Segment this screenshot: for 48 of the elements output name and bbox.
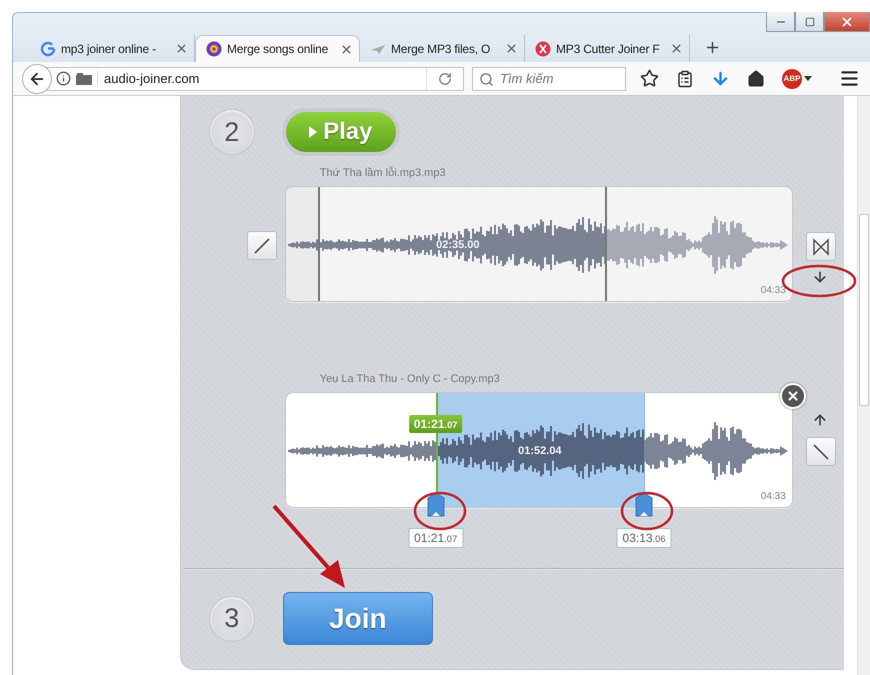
- slash-icon: [252, 236, 271, 254]
- info-icon[interactable]: [56, 71, 71, 86]
- bookmark-star-icon[interactable]: [640, 69, 659, 88]
- menu-icon[interactable]: [839, 68, 860, 89]
- bowtie-icon: [812, 238, 830, 256]
- tab-favicon-icon: [535, 40, 551, 56]
- search-icon: [479, 72, 494, 86]
- annotation-circle: [414, 492, 466, 530]
- step-number: 2: [208, 109, 255, 155]
- maximize-icon: [804, 16, 814, 26]
- track-filename: Thứ Tha lầm lỗi.mp3.mp3: [320, 167, 447, 179]
- home-icon[interactable]: [747, 70, 765, 88]
- region-marker[interactable]: [604, 187, 607, 301]
- browser-tab[interactable]: Merge songs online: [195, 35, 360, 62]
- track-filename: Yeu La Tha Thu - Only C - Copy.mp3: [320, 373, 501, 385]
- maximize-button[interactable]: [795, 12, 824, 32]
- step-number: 3: [208, 596, 255, 642]
- duration-label: 01:52.04: [518, 445, 562, 457]
- download-icon[interactable]: [711, 69, 730, 88]
- backslash-icon: [812, 442, 830, 460]
- url-text: audio-joiner.com: [97, 71, 421, 86]
- bowtie-button[interactable]: [806, 232, 836, 261]
- edit-button[interactable]: [806, 437, 836, 466]
- scrollbar[interactable]: [857, 96, 870, 675]
- playhead-time-tooltip: 01:21.07: [408, 415, 462, 433]
- annotation-circle: [620, 492, 674, 530]
- reading-list-icon[interactable]: [676, 70, 694, 88]
- close-icon[interactable]: [340, 42, 353, 56]
- close-icon: [786, 389, 800, 403]
- close-icon: [840, 14, 854, 28]
- edit-button[interactable]: [246, 231, 277, 260]
- new-tab-icon[interactable]: [704, 39, 721, 56]
- duration-label: 02:35.00: [436, 239, 480, 251]
- search-field[interactable]: Tìm kiếm: [472, 66, 626, 90]
- reload-icon[interactable]: [438, 72, 452, 86]
- close-icon[interactable]: [670, 42, 683, 55]
- back-button[interactable]: [22, 64, 52, 94]
- address-bar[interactable]: audio-joiner.com: [44, 66, 464, 90]
- start-time-label: 01:21.07: [408, 528, 464, 548]
- close-icon[interactable]: [175, 42, 188, 55]
- end-time-label: 03:13.06: [616, 528, 672, 548]
- tab-favicon-icon: [206, 41, 222, 57]
- close-icon[interactable]: [505, 42, 518, 55]
- total-time-label: 04:33: [760, 285, 786, 296]
- region-marker[interactable]: [318, 187, 320, 301]
- total-time-label: 04:33: [760, 491, 786, 502]
- close-button[interactable]: [824, 12, 870, 32]
- tab-favicon-icon: [40, 40, 56, 56]
